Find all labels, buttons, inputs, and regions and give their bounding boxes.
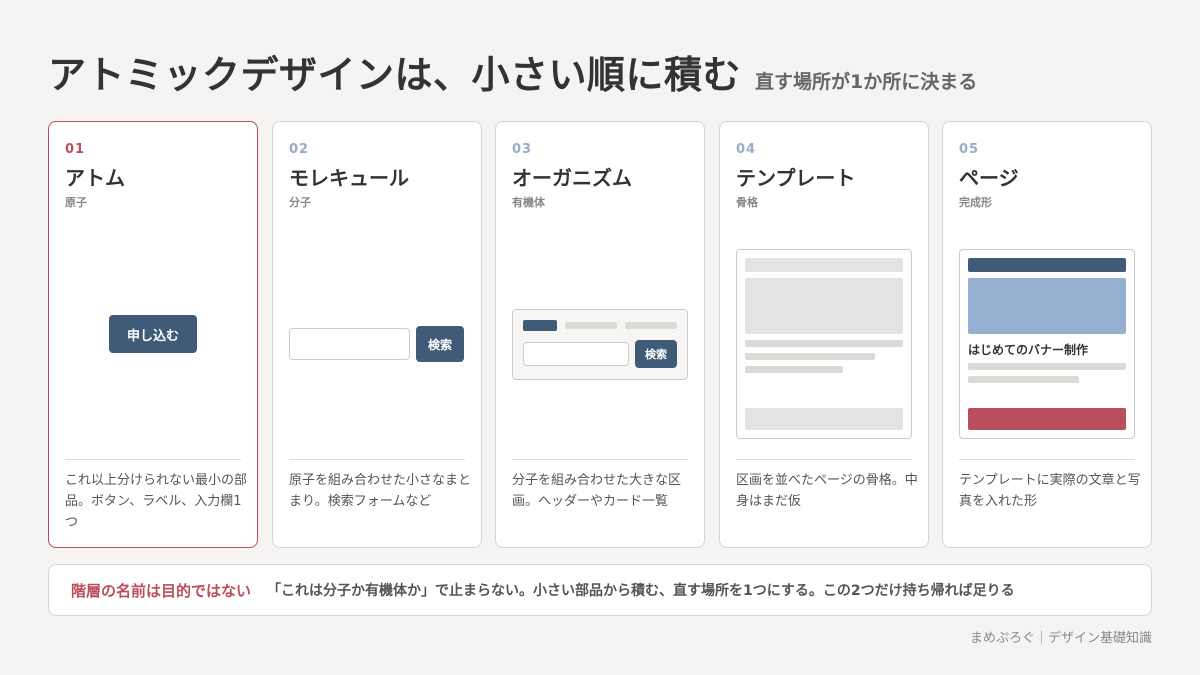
card-title: テンプレート: [736, 166, 856, 190]
template-wireframe: [736, 249, 912, 439]
card-number: 01: [65, 142, 86, 157]
summary-label: 階層の名前は目的ではない: [71, 581, 252, 600]
card-divider: [736, 459, 912, 460]
card-molecule: 02 モレキュール 分子 検索 原子を組み合わせた小さなまとまり。検索フォームな…: [272, 121, 482, 548]
hero-image: [968, 278, 1126, 334]
card-subtitle: 有機体: [512, 196, 545, 209]
card-page: 05 ページ 完成形 はじめてのバナー制作 テンプレートに実際の文章と写真を入れ…: [942, 121, 1152, 548]
card-title: オーガニズム: [512, 166, 632, 190]
card-number: 04: [736, 142, 757, 157]
card-title: ページ: [959, 166, 1019, 190]
card-description: 区画を並べたページの骨格。中身はまだ仮: [736, 473, 918, 509]
card-divider: [289, 459, 465, 460]
text-line: [968, 376, 1079, 383]
search-input-example[interactable]: [289, 328, 410, 360]
image-placeholder: [745, 278, 903, 334]
page-mockup: はじめてのバナー制作: [959, 249, 1135, 439]
card-template: 04 テンプレート 骨格 区画を並べたページの骨格。中身はまだ仮: [719, 121, 929, 548]
card-atom: 01 アトム 原子 申し込む これ以上分けられない最小の部品。ボタン、ラベル、入…: [48, 121, 258, 548]
text-line-placeholder: [745, 353, 875, 360]
card-divider: [65, 459, 241, 460]
summary-box: 階層の名前は目的ではない 「これは分子か有機体か」で止まらない。小さい部品から積…: [48, 564, 1152, 616]
card-description: テンプレートに実際の文章と写真を入れた形: [959, 473, 1141, 509]
card-description: 原子を組み合わせた小さなまとまり。検索フォームなど: [289, 473, 472, 509]
title-row: アトミックデザインは、小さい順に積む 直す場所が1か所に決まる: [48, 44, 977, 99]
card-title: アトム: [65, 166, 125, 190]
button-placeholder: [745, 408, 903, 430]
text-line-placeholder: [745, 340, 903, 347]
card-description: 分子を組み合わせた大きな区画。ヘッダーやカード一覧: [512, 473, 682, 509]
page-subtitle: 直す場所が1か所に決まる: [755, 71, 978, 93]
page-title: アトミックデザインは、小さい順に積む: [48, 53, 742, 97]
header-placeholder: [745, 258, 903, 272]
apply-button-example[interactable]: 申し込む: [109, 315, 197, 353]
card-title: モレキュール: [289, 166, 409, 190]
cta-button[interactable]: [968, 408, 1126, 430]
card-subtitle: 分子: [289, 196, 311, 209]
footer-credit: まめぷろぐ｜デザイン基礎知識: [969, 631, 1152, 646]
search-button-example[interactable]: 検索: [416, 326, 464, 362]
logo-placeholder: [523, 320, 557, 331]
mockup-page-title: はじめてのバナー制作: [968, 343, 1089, 357]
header-bar: [968, 258, 1126, 272]
text-line-placeholder: [745, 366, 843, 373]
card-subtitle: 原子: [65, 196, 87, 209]
text-line: [968, 363, 1126, 370]
card-subtitle: 骨格: [736, 196, 758, 209]
nav-placeholder: [625, 322, 677, 329]
header-organism-illustration: 検索: [512, 309, 688, 380]
nav-placeholder: [565, 322, 617, 329]
card-description: これ以上分けられない最小の部品。ボタン、ラベル、入力欄1つ: [65, 473, 248, 530]
card-number: 05: [959, 142, 980, 157]
summary-text: 「これは分子か有機体か」で止まらない。小さい部品から積む、直す場所を1つにする。…: [267, 583, 1015, 599]
search-button-example[interactable]: 検索: [635, 340, 677, 368]
card-number: 02: [289, 142, 310, 157]
card-divider: [512, 459, 688, 460]
card-subtitle: 完成形: [959, 196, 992, 209]
card-divider: [959, 459, 1135, 460]
search-input-example[interactable]: [523, 342, 629, 366]
card-organism: 03 オーガニズム 有機体 検索 分子を組み合わせた大きな区画。ヘッダーやカード…: [495, 121, 705, 548]
card-number: 03: [512, 142, 533, 157]
